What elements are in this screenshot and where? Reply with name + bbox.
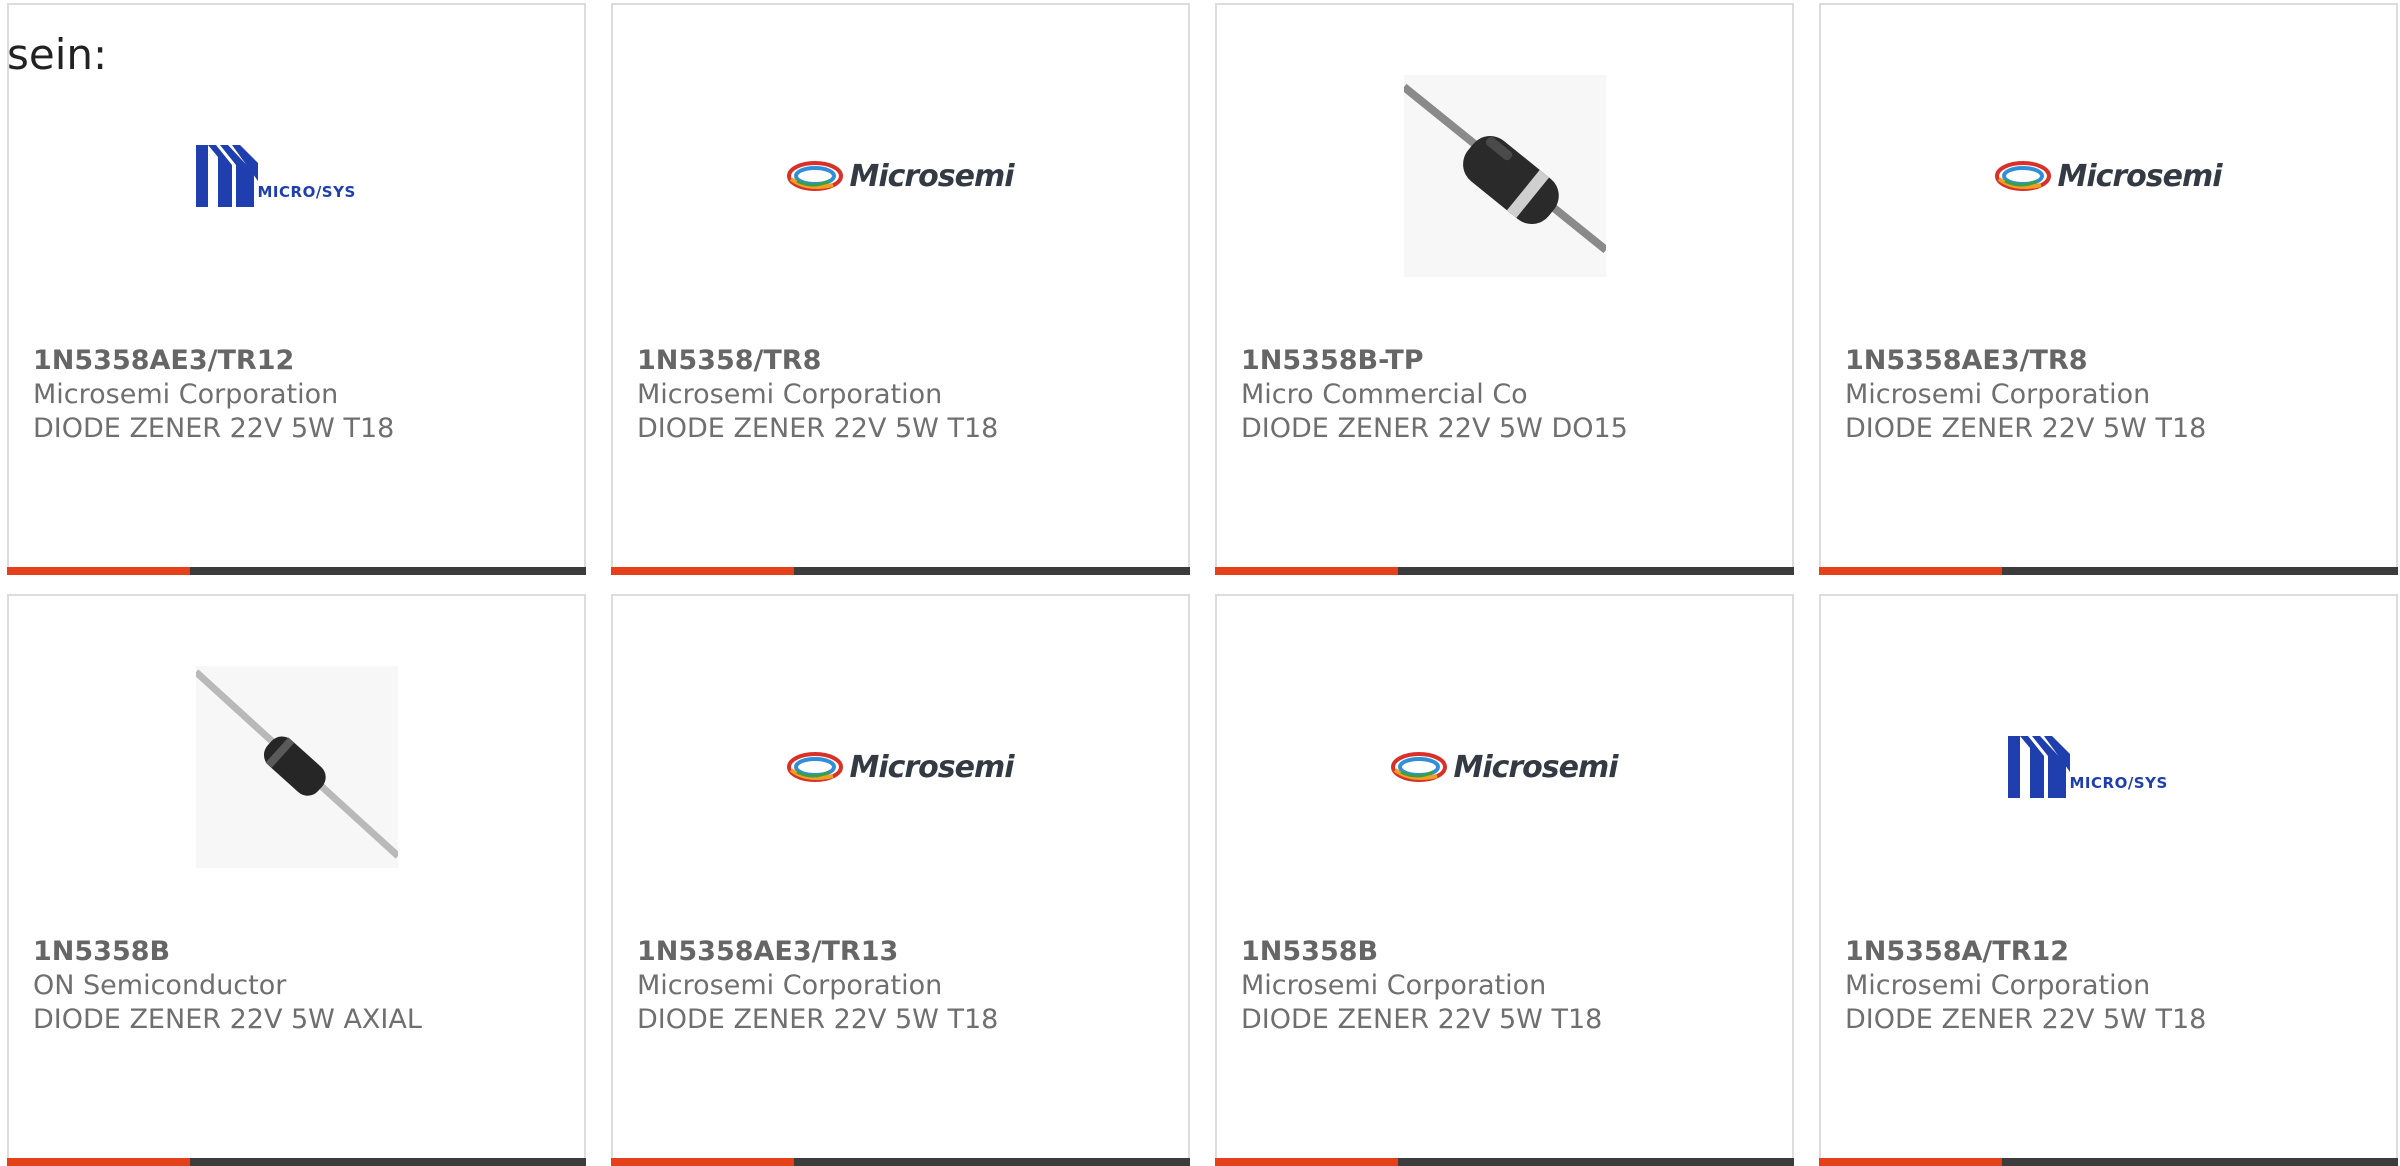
manufacturer: Microsemi Corporation <box>637 379 943 410</box>
manufacturer: Microsemi Corporation <box>1241 970 1547 1001</box>
microsemi-logo-icon: Microsemi <box>1391 749 1619 785</box>
product-card[interactable]: MICRO/SYS 1N5358A/TR12 Microsemi Corpora… <box>1819 594 2398 1166</box>
card-accent <box>611 1158 794 1166</box>
logo-text: MICRO/SYS <box>2069 774 2168 792</box>
part-number-link[interactable]: 1N5358AE3/TR13 <box>637 935 1168 969</box>
card-bottom-bar <box>7 1158 586 1166</box>
microsys-logo-icon: MICRO/SYS <box>195 145 398 207</box>
part-number-link[interactable]: 1N5358AE3/TR8 <box>1845 344 2376 378</box>
product-grid: MICRO/SYS 1N5358AE3/TR12 Microsemi Corpo… <box>7 3 2400 1166</box>
product-card[interactable]: Microsemi 1N5358AE3/TR8 Microsemi Corpor… <box>1819 3 2398 575</box>
manufacturer: Microsemi Corporation <box>1845 379 2151 410</box>
part-number-link[interactable]: 1N5358AE3/TR12 <box>33 344 564 378</box>
product-info: 1N5358AE3/TR13 Microsemi Corporation DIO… <box>637 935 1168 1037</box>
card-bottom-bar <box>1215 567 1794 575</box>
product-info: 1N5358B-TP Micro Commercial Co DIODE ZEN… <box>1241 344 1772 446</box>
product-info: 1N5358AE3/TR12 Microsemi Corporation DIO… <box>33 344 564 446</box>
card-bottom-bar <box>611 567 1190 575</box>
product-image: Microsemi <box>787 75 1015 277</box>
description: DIODE ZENER 22V 5W AXIAL <box>33 1004 422 1035</box>
product-image: Microsemi <box>1995 75 2223 277</box>
product-image <box>195 666 398 868</box>
manufacturer: Microsemi Corporation <box>637 970 943 1001</box>
description: DIODE ZENER 22V 5W DO15 <box>1241 413 1628 444</box>
microsys-logo-icon: MICRO/SYS <box>2007 736 2210 798</box>
product-image: MICRO/SYS <box>195 75 398 277</box>
card-accent <box>1215 1158 1398 1166</box>
product-card[interactable]: MICRO/SYS 1N5358AE3/TR12 Microsemi Corpo… <box>7 3 586 575</box>
description: DIODE ZENER 22V 5W T18 <box>1845 413 2207 444</box>
logo-text: Microsemi <box>849 749 1014 785</box>
card-bottom-bar <box>7 567 586 575</box>
card-accent <box>7 567 190 575</box>
microsemi-logo-icon: Microsemi <box>787 749 1015 785</box>
product-info: 1N5358B ON Semiconductor DIODE ZENER 22V… <box>33 935 564 1037</box>
card-bottom-bar <box>1819 567 2398 575</box>
card-accent <box>1819 1158 2002 1166</box>
part-number-link[interactable]: 1N5358B-TP <box>1241 344 1772 378</box>
product-card[interactable]: Microsemi 1N5358AE3/TR13 Microsemi Corpo… <box>611 594 1190 1166</box>
axial-diode-icon <box>195 666 398 868</box>
product-card[interactable]: Microsemi 1N5358B Microsemi Corporation … <box>1215 594 1794 1166</box>
card-bottom-bar <box>1819 1158 2398 1166</box>
logo-text: Microsemi <box>2057 158 2222 194</box>
description: DIODE ZENER 22V 5W T18 <box>1845 1004 2207 1035</box>
part-number-link[interactable]: 1N5358/TR8 <box>637 344 1168 378</box>
product-image <box>1403 75 1606 277</box>
product-card[interactable]: 1N5358B ON Semiconductor DIODE ZENER 22V… <box>7 594 586 1166</box>
axial-diode-icon <box>1403 75 1606 277</box>
microsemi-logo-icon: Microsemi <box>1995 158 2223 194</box>
product-image: Microsemi <box>1391 666 1619 868</box>
description: DIODE ZENER 22V 5W T18 <box>637 413 999 444</box>
description: DIODE ZENER 22V 5W T18 <box>637 1004 999 1035</box>
logo-text: MICRO/SYS <box>257 183 356 201</box>
intro-text: sein: <box>7 30 108 79</box>
product-card[interactable]: 1N5358B-TP Micro Commercial Co DIODE ZEN… <box>1215 3 1794 575</box>
card-accent <box>611 567 794 575</box>
product-info: 1N5358B Microsemi Corporation DIODE ZENE… <box>1241 935 1772 1037</box>
manufacturer: Micro Commercial Co <box>1241 379 1528 410</box>
product-info: 1N5358A/TR12 Microsemi Corporation DIODE… <box>1845 935 2376 1037</box>
product-info: 1N5358AE3/TR8 Microsemi Corporation DIOD… <box>1845 344 2376 446</box>
part-number-link[interactable]: 1N5358A/TR12 <box>1845 935 2376 969</box>
card-bottom-bar <box>1215 1158 1794 1166</box>
card-accent <box>1215 567 1398 575</box>
product-image: MICRO/SYS <box>2007 666 2210 868</box>
description: DIODE ZENER 22V 5W T18 <box>1241 1004 1603 1035</box>
product-image: Microsemi <box>787 666 1015 868</box>
manufacturer: Microsemi Corporation <box>33 379 339 410</box>
logo-text: Microsemi <box>1453 749 1618 785</box>
card-accent <box>1819 567 2002 575</box>
product-card[interactable]: Microsemi 1N5358/TR8 Microsemi Corporati… <box>611 3 1190 575</box>
card-accent <box>7 1158 190 1166</box>
description: DIODE ZENER 22V 5W T18 <box>33 413 395 444</box>
microsemi-logo-icon: Microsemi <box>787 158 1015 194</box>
part-number-link[interactable]: 1N5358B <box>1241 935 1772 969</box>
logo-text: Microsemi <box>849 158 1014 194</box>
card-bottom-bar <box>611 1158 1190 1166</box>
manufacturer: ON Semiconductor <box>33 970 287 1001</box>
product-info: 1N5358/TR8 Microsemi Corporation DIODE Z… <box>637 344 1168 446</box>
part-number-link[interactable]: 1N5358B <box>33 935 564 969</box>
manufacturer: Microsemi Corporation <box>1845 970 2151 1001</box>
